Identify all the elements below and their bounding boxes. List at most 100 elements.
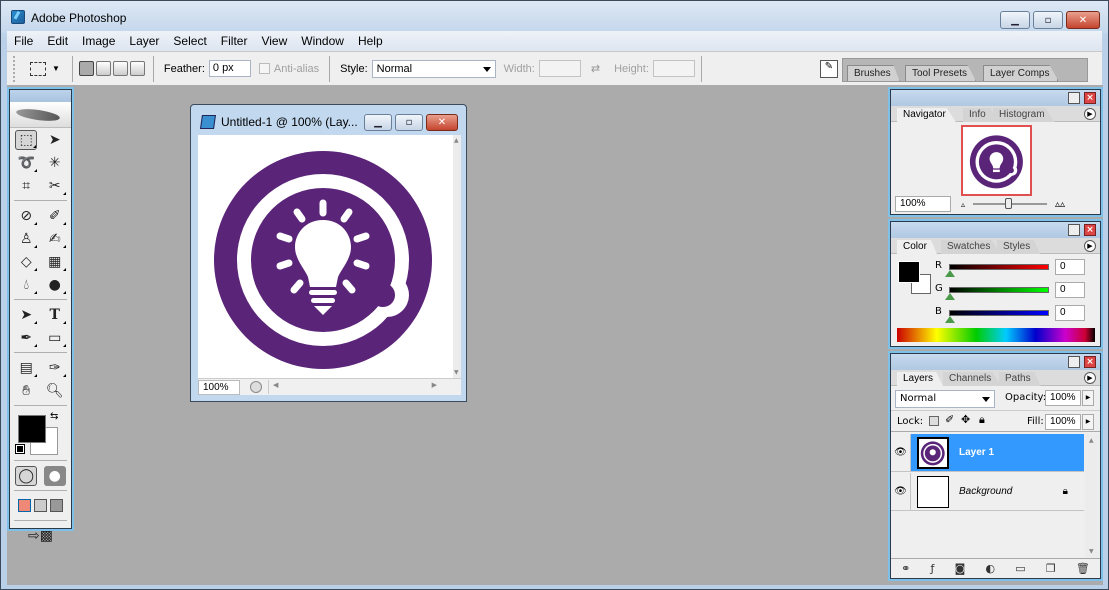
layer-row-layer-1[interactable]: 👁︎ Layer 1	[891, 434, 1084, 472]
tab-paths[interactable]: Paths	[999, 372, 1041, 386]
menu-view[interactable]: View	[254, 31, 294, 51]
tool-preset-picker[interactable]	[30, 61, 46, 76]
crop-tool-icon[interactable]: ⌗	[15, 176, 37, 196]
full-screen-mode-icon[interactable]	[50, 499, 63, 512]
minimize-panel-icon[interactable]	[1068, 356, 1080, 368]
scroll-left-icon[interactable]: ◀	[273, 381, 278, 389]
menu-image[interactable]: Image	[75, 31, 122, 51]
document-minimize-button[interactable]: ▁	[364, 114, 392, 131]
navigator-preview[interactable]	[961, 125, 1032, 196]
dodge-tool-icon[interactable]: ●	[44, 275, 66, 295]
swap-width-height-icon[interactable]: ⇄	[591, 62, 600, 75]
visibility-eye-icon[interactable]: 👁︎	[891, 434, 911, 471]
tab-styles[interactable]: Styles	[997, 240, 1041, 254]
close-panel-icon[interactable]: ×	[1084, 92, 1096, 104]
lock-position-icon[interactable]: ✥	[961, 413, 970, 426]
standard-mode-icon[interactable]: ◯	[15, 465, 38, 486]
jump-to-imageready-icon[interactable]: ⇨▩	[21, 526, 61, 546]
feather-logo[interactable]	[10, 102, 71, 128]
scroll-down-icon[interactable]: ▼	[454, 369, 459, 376]
fill-input[interactable]: 100%	[1045, 414, 1081, 430]
b-slider[interactable]	[949, 310, 1049, 316]
antialias-checkbox[interactable]	[258, 63, 270, 74]
zoom-slider-thumb[interactable]	[1005, 198, 1013, 209]
horizontal-scrollbar[interactable]: ◀ ▶	[268, 380, 461, 394]
delete-layer-icon[interactable]: 🗑︎	[1076, 562, 1090, 575]
path-selection-tool-icon[interactable]: ➤	[15, 305, 38, 325]
type-tool-icon[interactable]: T	[44, 305, 66, 325]
height-input[interactable]	[652, 60, 695, 77]
tab-color[interactable]: Color	[897, 240, 937, 254]
b-slider-thumb[interactable]	[945, 316, 955, 323]
eraser-tool-icon[interactable]: ◇	[15, 252, 38, 272]
adjustment-layer-icon[interactable]: ◐	[985, 562, 995, 575]
tab-brushes[interactable]: Brushes	[847, 65, 900, 81]
scroll-right-icon[interactable]: ▶	[432, 381, 437, 389]
document-title-bar[interactable]: Untitled-1 @ 100% (Lay... ▁ ▫ ✕	[191, 105, 466, 135]
tool-preset-dropdown-icon[interactable]: ▼	[52, 64, 60, 73]
document-close-button[interactable]: ✕	[426, 114, 458, 131]
color-ramp[interactable]	[897, 328, 1095, 342]
subtract-from-selection-button[interactable]	[112, 61, 128, 76]
panel-menu-icon[interactable]: ▶	[1084, 108, 1096, 120]
intersect-selection-button[interactable]	[129, 61, 145, 76]
swap-colors-icon[interactable]: ⇆	[50, 411, 58, 422]
r-value-input[interactable]: 0	[1055, 259, 1085, 275]
history-brush-tool-icon[interactable]: ✍	[44, 229, 66, 249]
maximize-button[interactable]: ▫	[1033, 11, 1063, 29]
panel-header[interactable]: ×	[891, 354, 1100, 370]
navigator-zoom-field[interactable]: 100%	[895, 196, 951, 212]
canvas[interactable]	[198, 135, 453, 378]
magic-wand-tool-icon[interactable]: ✳	[44, 153, 66, 173]
panel-header[interactable]: ×	[891, 90, 1100, 106]
rectangle-tool-icon[interactable]: ▭	[44, 328, 66, 348]
width-input[interactable]	[538, 60, 581, 77]
slice-tool-icon[interactable]: ✂	[44, 176, 66, 196]
minimize-panel-icon[interactable]	[1068, 224, 1080, 236]
scroll-up-icon[interactable]: ▲	[454, 137, 459, 144]
g-slider[interactable]	[949, 287, 1049, 293]
toolbox-header[interactable]	[10, 90, 71, 102]
layer-name[interactable]: Layer 1	[959, 447, 994, 458]
feather-input[interactable]: 0 px	[208, 60, 251, 77]
panel-header[interactable]: ×	[891, 222, 1100, 238]
file-browser-icon[interactable]: ✎	[820, 60, 838, 78]
tab-channels[interactable]: Channels	[943, 372, 1002, 386]
color-fg-swatch[interactable]	[898, 261, 920, 283]
zoom-tool-icon[interactable]: 🔍︎	[44, 381, 66, 401]
pen-tool-icon[interactable]: ✒	[15, 328, 38, 348]
zoom-in-icon[interactable]: ▵▵	[1055, 199, 1065, 210]
panel-menu-icon[interactable]: ▶	[1084, 372, 1096, 384]
move-tool-icon[interactable]: ➤	[44, 130, 66, 150]
quick-mask-mode-icon[interactable]: ●	[43, 465, 66, 486]
hand-tool-icon[interactable]: ✋︎	[15, 381, 37, 401]
vertical-scrollbar[interactable]: ▲ ▼	[453, 135, 461, 378]
minimize-button[interactable]: ▁	[1000, 11, 1030, 29]
close-button[interactable]: ✕	[1066, 11, 1100, 29]
blend-mode-select[interactable]: Normal	[895, 390, 995, 408]
layer-style-icon[interactable]: ƒ	[931, 562, 935, 575]
style-select[interactable]: Normal	[371, 59, 496, 78]
close-panel-icon[interactable]: ×	[1084, 356, 1096, 368]
new-group-icon[interactable]: ▭	[1015, 562, 1025, 575]
add-mask-icon[interactable]: ◙	[955, 562, 966, 575]
tab-navigator[interactable]: Navigator	[897, 108, 956, 122]
options-bar-grip[interactable]	[13, 55, 16, 82]
foreground-color-swatch[interactable]	[18, 415, 46, 443]
lock-transparency-icon[interactable]	[929, 416, 939, 426]
full-screen-menu-mode-icon[interactable]	[34, 499, 47, 512]
close-panel-icon[interactable]: ×	[1084, 224, 1096, 236]
default-colors-icon[interactable]	[15, 444, 25, 454]
menu-select[interactable]: Select	[166, 31, 213, 51]
lasso-tool-icon[interactable]: ➰	[15, 153, 38, 173]
add-to-selection-button[interactable]	[95, 61, 111, 76]
notes-tool-icon[interactable]: ▤	[15, 358, 38, 378]
tab-info[interactable]: Info	[963, 108, 996, 122]
tab-layer-comps[interactable]: Layer Comps	[983, 65, 1059, 81]
menu-filter[interactable]: Filter	[214, 31, 255, 51]
panel-menu-icon[interactable]: ▶	[1084, 240, 1096, 252]
healing-brush-tool-icon[interactable]: ⊘	[15, 206, 38, 226]
menu-layer[interactable]: Layer	[122, 31, 166, 51]
layer-name[interactable]: Background	[959, 486, 1012, 497]
zoom-slider[interactable]	[973, 198, 1048, 209]
